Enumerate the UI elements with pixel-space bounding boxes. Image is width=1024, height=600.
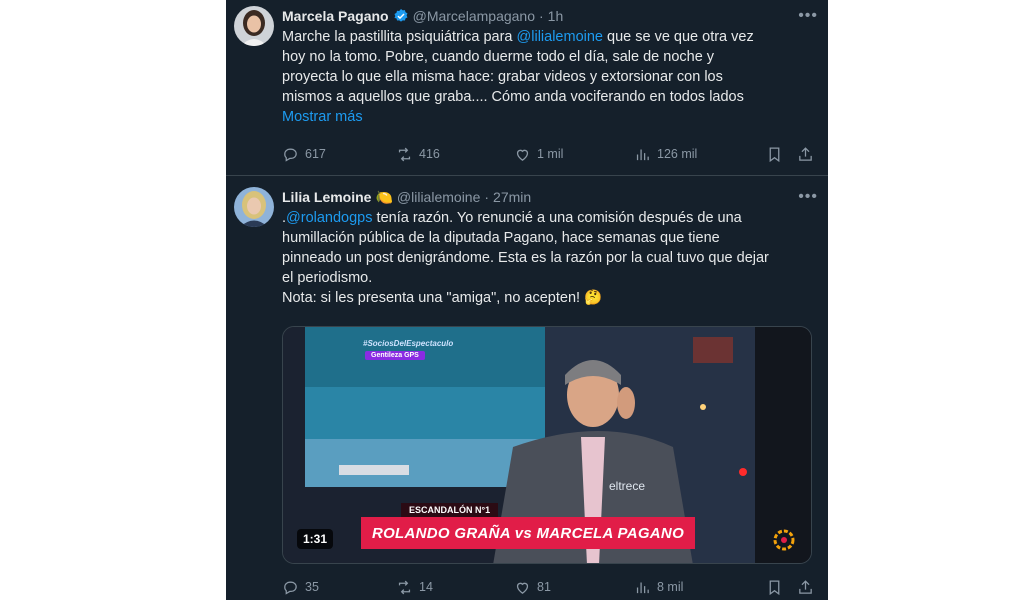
retweet-count: 416 (419, 147, 440, 161)
views-icon (636, 582, 649, 593)
bookmark-button[interactable] (766, 579, 783, 596)
lemon-emoji-icon: 🍋 (375, 188, 393, 205)
like-count: 1 mil (537, 147, 564, 161)
user-handle[interactable]: @Marcelampagano (413, 8, 535, 24)
share-button[interactable] (797, 579, 814, 596)
reply-icon (284, 581, 297, 595)
heart-icon (516, 582, 529, 594)
retweet-button[interactable]: 416 (396, 146, 514, 163)
tweet-lilia-lemoine[interactable]: Lilia Lemoine 🍋 @lilialemoine · 27min ••… (226, 177, 828, 600)
retweet-icon (398, 580, 411, 594)
retweet-button[interactable]: 14 (396, 579, 514, 596)
reply-icon (284, 148, 297, 162)
share-icon (799, 579, 812, 594)
separator-dot: · (484, 189, 490, 205)
video-player[interactable]: #SociosDelEspectaculo Gentileza GPS eltr… (282, 326, 812, 564)
like-button[interactable]: 1 mil (514, 146, 634, 163)
share-icon (799, 146, 812, 161)
chyron-small: ESCANDALÓN N°1 (401, 503, 499, 517)
credit-pill: Gentileza GPS (365, 351, 425, 360)
timestamp[interactable]: 27min (493, 189, 531, 205)
views-button[interactable]: 126 mil (634, 146, 759, 163)
network-logo-icon (773, 529, 795, 551)
heart-icon (516, 149, 529, 161)
bookmark-icon (769, 579, 780, 595)
action-bar: 617 416 1 mil 126 mil (282, 144, 814, 164)
display-name[interactable]: Marcela Pagano (282, 8, 389, 24)
show-more-link[interactable]: Mostrar más (282, 107, 810, 127)
show-hashtag: #SociosDelEspectaculo (363, 339, 454, 348)
views-count: 8 mil (657, 580, 684, 594)
reply-count: 617 (305, 147, 326, 161)
tweet-header: Lilia Lemoine 🍋 @lilialemoine · 27min ••… (282, 187, 818, 207)
views-icon (636, 149, 649, 160)
text-before-mention: Marche la pastillita psiquiátrica para (282, 29, 517, 45)
tweet-marcela-pagano[interactable]: Marcela Pagano @Marcelampagano · 1h ••• … (226, 0, 828, 176)
more-horizontal-icon[interactable]: ••• (798, 188, 818, 206)
like-button[interactable]: 81 (514, 579, 634, 596)
display-name[interactable]: Lilia Lemoine (282, 189, 371, 205)
tweet-header: Marcela Pagano @Marcelampagano · 1h ••• (282, 6, 818, 26)
verified-badge-icon (393, 8, 409, 24)
retweet-icon (398, 147, 411, 161)
mention-link[interactable]: @lilialemoine (517, 29, 603, 45)
channel-logo: eltrece (609, 479, 646, 493)
share-button[interactable] (797, 146, 814, 163)
bookmark-icon (769, 146, 780, 162)
action-bar: 35 14 81 8 mil (282, 577, 814, 597)
more-horizontal-icon[interactable]: ••• (798, 7, 818, 25)
separator-dot: · (539, 8, 544, 24)
reply-button[interactable]: 617 (282, 146, 396, 163)
avatar[interactable] (234, 187, 274, 227)
tweet-text: Marche la pastillita psiquiátrica para @… (282, 27, 810, 127)
timeline: Marcela Pagano @Marcelampagano · 1h ••• … (226, 0, 828, 600)
timestamp[interactable]: 1h (548, 8, 564, 24)
mention-link[interactable]: @rolandogps (286, 210, 372, 226)
views-button[interactable]: 8 mil (634, 579, 759, 596)
like-count: 81 (537, 580, 551, 594)
reply-button[interactable]: 35 (282, 579, 396, 596)
views-count: 126 mil (657, 147, 698, 161)
avatar[interactable] (234, 6, 274, 46)
video-duration: 1:31 (297, 529, 334, 549)
retweet-count: 14 (419, 580, 433, 594)
chyron-main: ROLANDO GRAÑA vs MARCELA PAGANO (361, 517, 695, 549)
bookmark-button[interactable] (766, 146, 783, 163)
user-handle[interactable]: @lilialemoine (397, 189, 480, 205)
reply-count: 35 (305, 580, 319, 594)
tweet-text: .@rolandogps tenía razón. Yo renuncié a … (282, 208, 810, 308)
